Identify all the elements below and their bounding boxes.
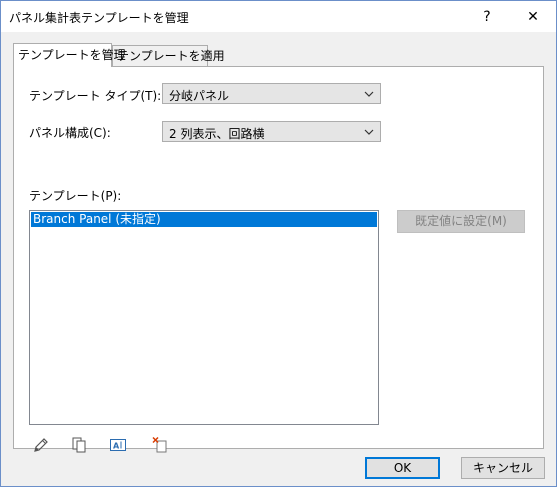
tab-apply-templates-label: テンプレートを適用 — [117, 49, 225, 63]
duplicate-icon[interactable] — [70, 436, 88, 454]
template-type-select[interactable]: 分岐パネル — [162, 83, 381, 104]
tab-panel-manage: テンプレート タイプ(T): 分岐パネル パネル構成(C): 2 列表示、回路横… — [13, 66, 544, 453]
tab-manage-templates[interactable]: テンプレートを管理 — [13, 43, 126, 67]
svg-text:A: A — [113, 442, 120, 451]
tab-apply-templates[interactable]: テンプレートを適用 — [112, 45, 225, 67]
close-button[interactable]: ✕ — [510, 1, 556, 32]
tab-manage-templates-label: テンプレートを管理 — [18, 48, 126, 62]
pencil-icon[interactable] — [32, 436, 50, 454]
chevron-down-icon — [364, 91, 374, 97]
chevron-down-icon — [364, 129, 374, 135]
dialog-title: パネル集計表テンプレートを管理 — [9, 11, 189, 25]
help-icon: ? — [483, 8, 491, 25]
ok-button[interactable]: OK — [365, 457, 440, 479]
set-default-button[interactable]: 既定値に設定(M) — [397, 210, 525, 233]
title-bar: パネル集計表テンプレートを管理 ? ✕ — [1, 1, 556, 32]
panel-config-value: 2 列表示、回路横 — [169, 127, 265, 141]
help-button[interactable]: ? — [464, 1, 510, 32]
list-item[interactable]: Branch Panel (未指定) — [31, 212, 377, 227]
panel-config-select[interactable]: 2 列表示、回路横 — [162, 121, 381, 142]
cancel-button[interactable]: キャンセル — [461, 457, 545, 479]
template-type-value: 分岐パネル — [169, 89, 230, 103]
template-listbox[interactable]: Branch Panel (未指定) — [29, 210, 379, 425]
templates-label: テンプレート(P): — [29, 189, 122, 203]
tab-control: テンプレートを管理 テンプレートを適用 テンプレート タイプ(T): 分岐パネル… — [13, 43, 544, 453]
panel-config-label: パネル構成(C): — [29, 126, 111, 140]
dialog-window: パネル集計表テンプレートを管理 ? ✕ テンプレートを管理 テンプレートを適用 … — [0, 0, 557, 487]
rename-icon[interactable]: A — [109, 436, 127, 454]
close-icon: ✕ — [527, 8, 539, 25]
delete-icon[interactable] — [151, 436, 169, 454]
template-type-label: テンプレート タイプ(T): — [29, 89, 162, 103]
